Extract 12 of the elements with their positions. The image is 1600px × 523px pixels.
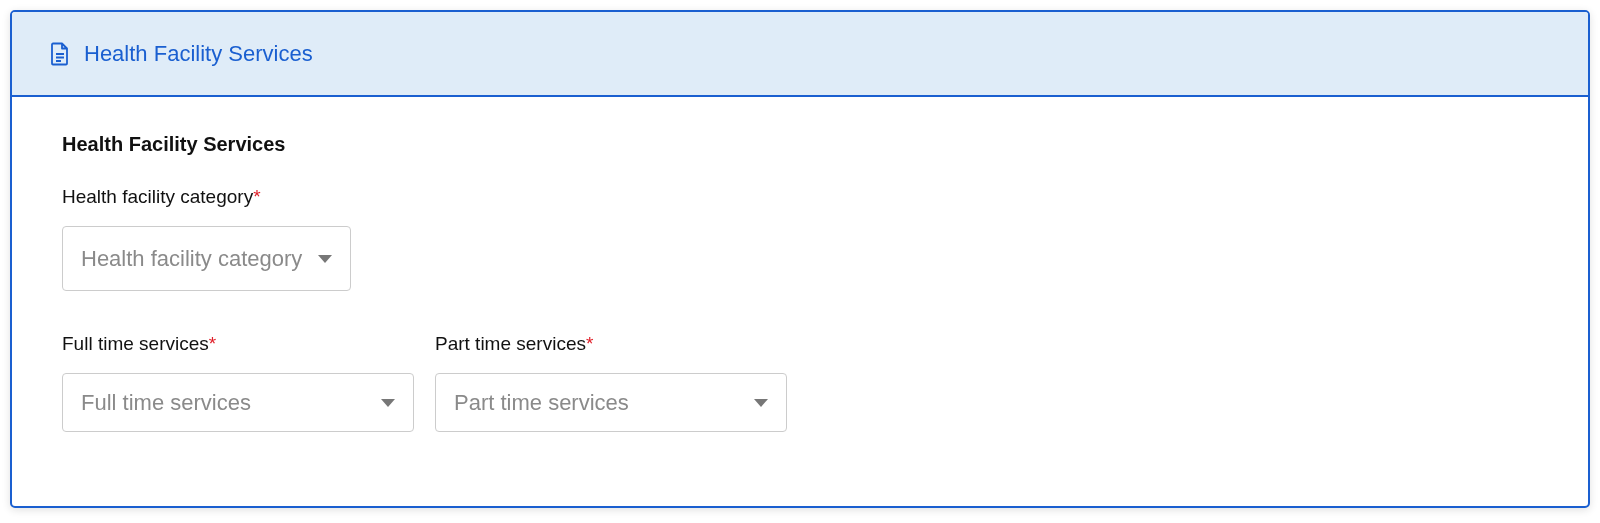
section-heading: Health Facility Services: [62, 133, 287, 156]
dropdown-field[interactable]: Health facility category: [62, 226, 352, 291]
field-label: Full time services*: [62, 333, 218, 355]
field-label: Health facility category*: [62, 186, 262, 208]
dropdown-field[interactable]: Full time services: [62, 373, 414, 432]
panel-title: Health Facility Services: [84, 40, 313, 67]
document-icon: [50, 41, 70, 66]
caret-icon: [318, 254, 333, 263]
field-label: Part time services*: [435, 333, 595, 355]
caret-icon: [754, 398, 768, 407]
caret-icon: [381, 398, 395, 407]
dropdown-field[interactable]: Part time services: [435, 373, 787, 432]
